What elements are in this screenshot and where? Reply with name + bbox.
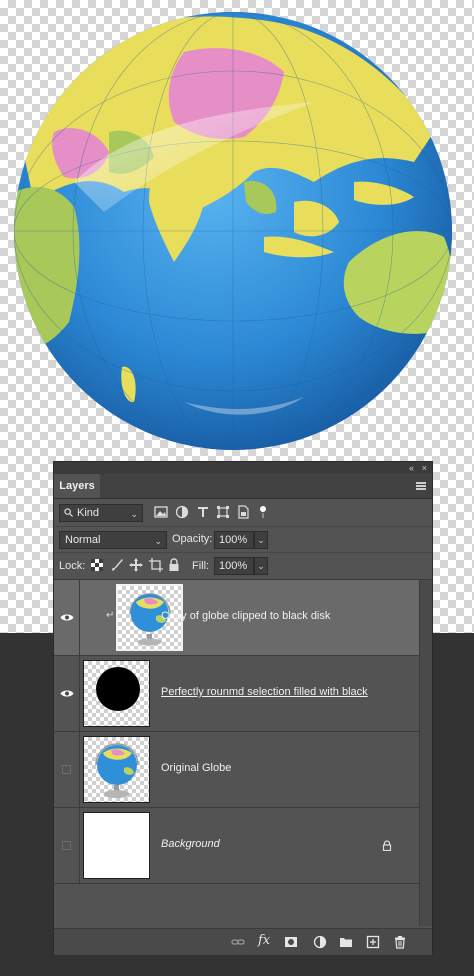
close-panel-button[interactable]: × xyxy=(422,462,427,474)
type-filter-icon[interactable] xyxy=(196,505,210,519)
blend-mode-value: Normal xyxy=(65,534,101,546)
layer-name[interactable]: Copy of globe clipped to black disk xyxy=(161,610,330,622)
visibility-toggle[interactable] xyxy=(54,656,80,731)
lock-artboard-icon[interactable] xyxy=(149,558,163,572)
lock-transparent-pixels-icon[interactable] xyxy=(90,558,104,572)
layer-row[interactable]: ↵ Copy of globe clipped to black disk xyxy=(54,580,420,656)
panel-footer: fx xyxy=(54,928,432,955)
lock-all-icon[interactable] xyxy=(167,558,181,572)
image-filter-icon[interactable] xyxy=(154,505,168,519)
layer-name[interactable]: Original Globe xyxy=(161,762,231,774)
adjustment-filter-icon[interactable] xyxy=(175,505,189,519)
hidden-visibility-box xyxy=(62,765,71,774)
visibility-toggle[interactable] xyxy=(54,580,80,655)
layer-row[interactable]: Original Globe xyxy=(54,732,420,808)
layer-thumbnail[interactable] xyxy=(83,812,150,879)
shape-filter-icon[interactable] xyxy=(216,505,230,519)
blend-mode-select[interactable]: Normal ⌄ xyxy=(59,531,167,549)
panel-tab-bar: Layers xyxy=(54,474,432,499)
eye-icon xyxy=(60,690,74,697)
lock-row: Lock: Fill: 100% ⌄ xyxy=(54,553,432,580)
layer-thumbnail[interactable] xyxy=(83,736,150,803)
globe-image xyxy=(14,12,452,450)
chevron-down-icon: ⌄ xyxy=(154,536,162,546)
fill-label: Fill: xyxy=(192,560,210,572)
filter-kind-select[interactable]: Kind ⌄ xyxy=(59,504,143,522)
clipping-mask-arrow-icon: ↵ xyxy=(106,610,115,621)
chevron-down-icon: ⌄ xyxy=(130,509,138,519)
panel-title-bar[interactable]: « × xyxy=(54,462,432,474)
visibility-toggle[interactable] xyxy=(54,732,80,807)
fx-icon[interactable]: fx xyxy=(258,933,276,948)
blend-row: Normal ⌄ Opacity: 100% ⌄ xyxy=(54,527,432,553)
layer-thumbnail[interactable] xyxy=(83,660,150,727)
layer-row[interactable]: Background xyxy=(54,808,420,884)
link-layers-icon[interactable] xyxy=(231,935,245,949)
lock-image-pixels-icon[interactable] xyxy=(110,558,124,572)
hidden-visibility-box xyxy=(62,841,71,850)
layers-panel: « × Layers Kind ⌄ Normal ⌄ Opacity: 100%… xyxy=(53,461,433,955)
layer-name[interactable]: Perfectly rounmd selection filled with b… xyxy=(161,686,368,698)
new-layer-icon[interactable] xyxy=(366,935,380,949)
group-folder-icon[interactable] xyxy=(339,935,353,949)
filter-row: Kind ⌄ xyxy=(54,500,432,527)
collapse-panel-button[interactable]: « xyxy=(409,462,414,474)
opacity-dropdown-button[interactable]: ⌄ xyxy=(254,531,268,549)
lock-label: Lock: xyxy=(59,560,86,572)
fill-dropdown-button[interactable]: ⌄ xyxy=(254,557,268,575)
fill-field[interactable]: 100% xyxy=(214,557,254,575)
filter-toggle-icon[interactable] xyxy=(256,505,270,519)
layer-row[interactable]: Perfectly rounmd selection filled with b… xyxy=(54,656,420,732)
filter-kind-label: Kind xyxy=(77,507,100,519)
tab-layers[interactable]: Layers xyxy=(54,474,100,498)
eye-icon xyxy=(60,614,74,621)
layers-scrollbar[interactable] xyxy=(419,580,432,926)
visibility-toggle[interactable] xyxy=(54,808,80,883)
lock-position-icon[interactable] xyxy=(129,558,143,572)
layer-name[interactable]: Background xyxy=(161,838,220,850)
layers-list: ↵ Copy of globe clipped to black disk Pe… xyxy=(54,580,420,926)
search-icon xyxy=(64,508,73,517)
opacity-label: Opacity: xyxy=(172,533,213,545)
adjustment-layer-icon[interactable] xyxy=(313,935,327,949)
trash-icon[interactable] xyxy=(393,935,407,949)
globe-stand-thumbnail-icon xyxy=(95,743,139,798)
smart-object-filter-icon[interactable] xyxy=(236,505,250,519)
opacity-field[interactable]: 100% xyxy=(214,531,254,549)
lock-icon[interactable] xyxy=(382,840,392,851)
panel-menu-icon[interactable] xyxy=(416,482,426,490)
add-mask-icon[interactable] xyxy=(284,935,298,949)
black-disk-thumbnail-icon xyxy=(96,667,140,711)
